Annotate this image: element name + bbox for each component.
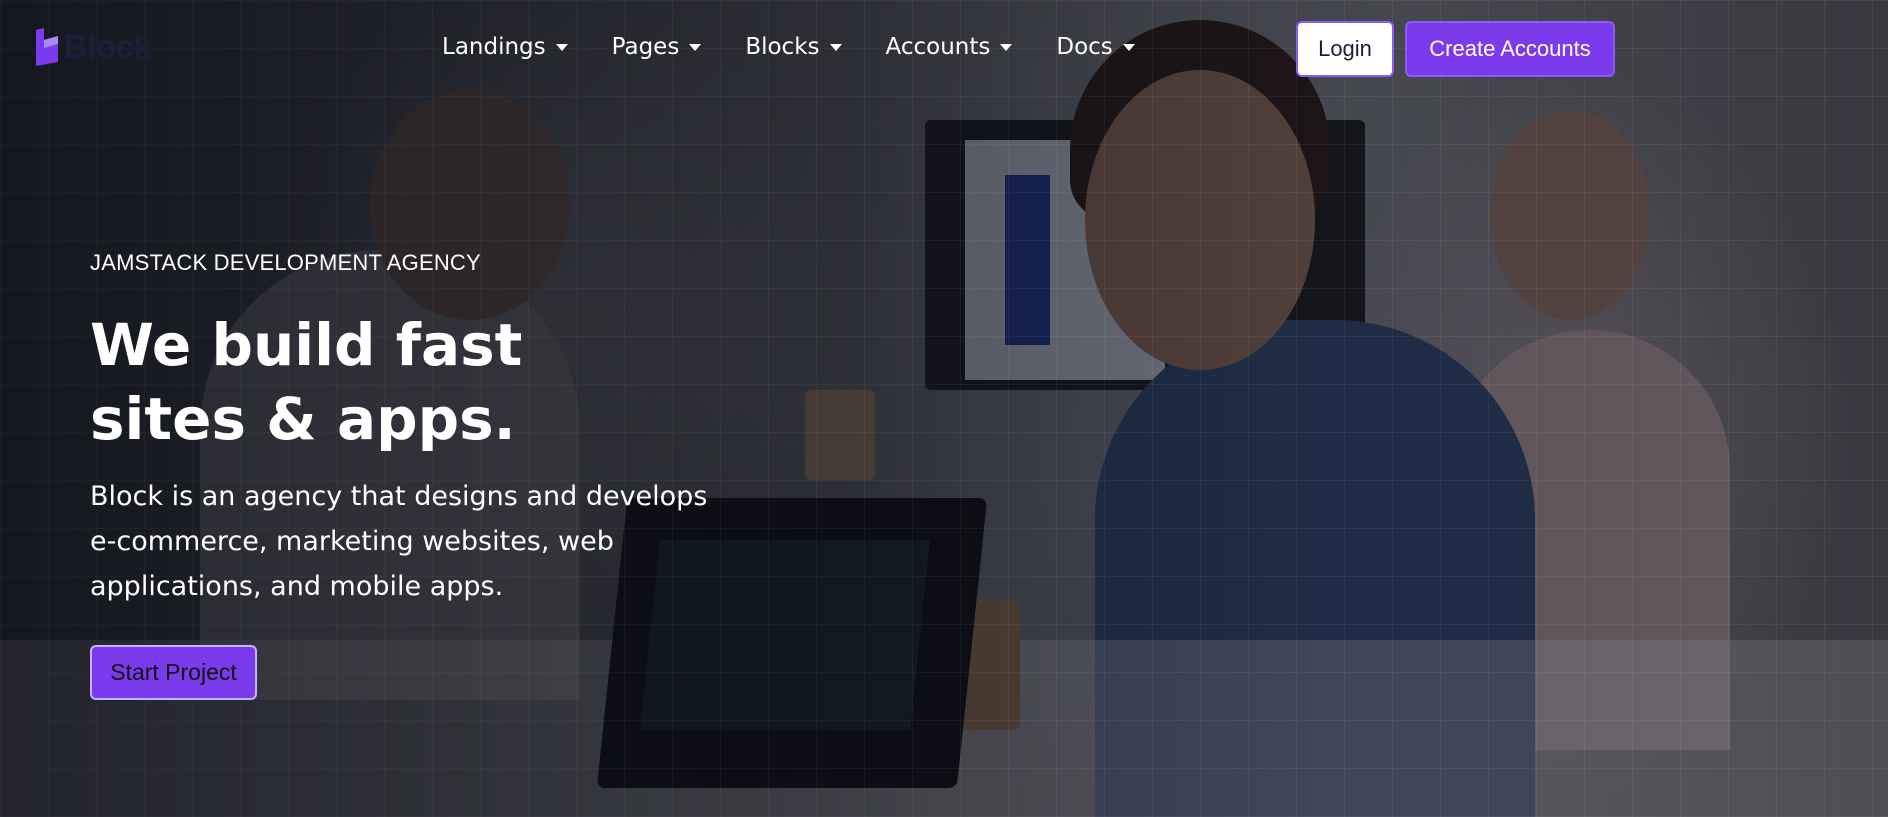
hero-section: Block Landings Pages Blocks Accounts Doc… [0,0,1888,817]
menu-item-accounts[interactable]: Accounts [886,34,1013,60]
menu-item-blocks[interactable]: Blocks [745,34,842,60]
chevron-down-icon [829,43,842,51]
block-logo-icon [36,28,58,66]
chevron-down-icon [555,43,568,51]
chevron-down-icon [1122,43,1135,51]
menu-item-docs[interactable]: Docs [1056,34,1135,60]
menu-item-pages[interactable]: Pages [612,34,702,60]
menu-item-label: Landings [442,34,546,60]
hero-eyebrow: JAMSTACK DEVELOPMENT AGENCY [90,250,481,275]
brand-logo[interactable]: Block [34,28,152,66]
main-menu: Landings Pages Blocks Accounts Docs [442,34,1179,60]
navbar: Block Landings Pages Blocks Accounts Doc… [0,0,1888,100]
menu-item-label: Pages [611,34,680,60]
headline-line: We build fast [90,311,523,379]
brand-name: Block [64,28,152,65]
chevron-down-icon [1000,43,1013,51]
hero-headline: We build fast sites & apps. [90,308,790,456]
menu-item-label: Blocks [745,34,820,60]
headline-line: sites & apps. [90,385,516,453]
start-project-button[interactable]: Start Project [90,645,257,700]
menu-item-label: Accounts [885,34,991,60]
menu-item-landings[interactable]: Landings [442,34,568,60]
chevron-down-icon [689,43,702,51]
hero-description: Block is an agency that designs and deve… [90,481,708,602]
create-accounts-button[interactable]: Create Accounts [1405,21,1615,77]
login-button[interactable]: Login [1296,21,1394,77]
menu-item-label: Docs [1056,34,1113,60]
